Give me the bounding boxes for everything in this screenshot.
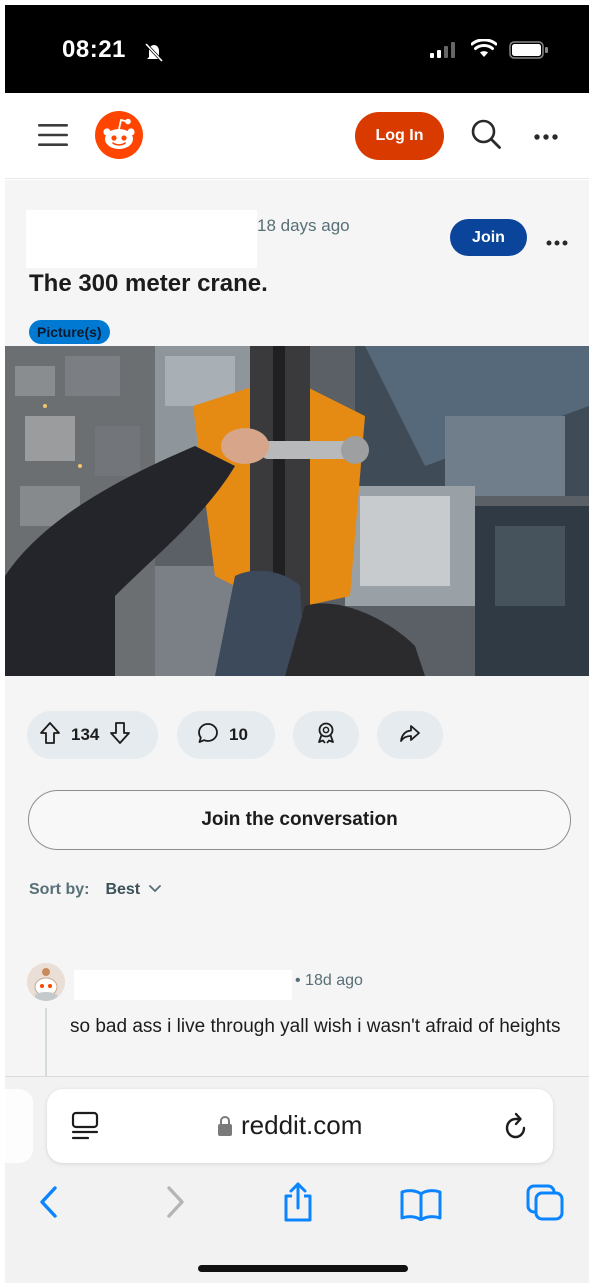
- share-icon[interactable]: [281, 1181, 315, 1228]
- join-conversation-button[interactable]: Join the conversation: [28, 790, 571, 850]
- award-icon: [315, 721, 337, 750]
- status-bar: 08:21: [5, 5, 589, 93]
- post-age: 18 days ago: [257, 216, 350, 235]
- comment-age: • 18d ago: [295, 972, 363, 989]
- bookmarks-icon[interactable]: [399, 1187, 443, 1226]
- chevron-down-icon[interactable]: [148, 881, 162, 899]
- sort-label: Sort by:: [29, 881, 90, 898]
- share-arrow-icon: [399, 722, 421, 749]
- upvote-icon[interactable]: [39, 721, 61, 750]
- login-button[interactable]: Log In: [355, 112, 444, 160]
- comment-body: so bad ass i live through yall wish i wa…: [70, 1016, 561, 1037]
- flair-badge[interactable]: Picture(s): [29, 320, 110, 344]
- post-content: 18 days ago Join The 300 meter crane. Pi…: [5, 180, 589, 1080]
- comment-bubble-icon: [197, 722, 219, 749]
- comments-button[interactable]: 10: [177, 711, 275, 759]
- home-indicator[interactable]: [198, 1265, 408, 1272]
- browser-toolbar: reddit.com: [5, 1076, 589, 1283]
- join-button[interactable]: Join: [450, 219, 527, 256]
- back-icon[interactable]: [37, 1185, 59, 1224]
- thread-line[interactable]: [45, 1008, 47, 1080]
- downvote-icon[interactable]: [109, 721, 131, 750]
- tabs-icon[interactable]: [525, 1183, 565, 1226]
- address-text[interactable]: reddit.com: [241, 1110, 362, 1141]
- post-more-icon[interactable]: [546, 234, 568, 252]
- more-icon[interactable]: [533, 128, 559, 146]
- app-header: Log In: [5, 93, 589, 179]
- share-button[interactable]: [377, 711, 443, 759]
- author-redacted: [26, 210, 257, 268]
- comment-author-redacted: [74, 970, 292, 1000]
- previous-tab-stub[interactable]: [5, 1089, 33, 1163]
- reload-icon[interactable]: [502, 1111, 530, 1146]
- menu-icon[interactable]: [38, 123, 68, 152]
- forward-icon[interactable]: [165, 1185, 187, 1224]
- signal-icon: [430, 42, 460, 63]
- upvote-count: 134: [71, 725, 100, 744]
- status-time: 08:21: [62, 36, 126, 63]
- lock-icon: [217, 1115, 233, 1142]
- wifi-icon: [470, 38, 498, 64]
- comment-count: 10: [229, 725, 248, 744]
- address-bar[interactable]: reddit.com: [47, 1089, 553, 1163]
- vote-pill: 134: [27, 711, 158, 759]
- post-title[interactable]: The 300 meter crane.: [29, 270, 268, 298]
- search-icon[interactable]: [470, 118, 502, 155]
- bell-slash-icon: [143, 42, 165, 67]
- sort-control[interactable]: Sort by: Best: [29, 881, 162, 899]
- battery-icon: [509, 41, 549, 64]
- sort-value[interactable]: Best: [105, 881, 140, 899]
- post-image[interactable]: [5, 346, 589, 676]
- comment-avatar[interactable]: [27, 963, 65, 1001]
- award-button[interactable]: [293, 711, 359, 759]
- reader-icon[interactable]: [71, 1111, 99, 1146]
- reddit-logo-icon[interactable]: [94, 110, 144, 165]
